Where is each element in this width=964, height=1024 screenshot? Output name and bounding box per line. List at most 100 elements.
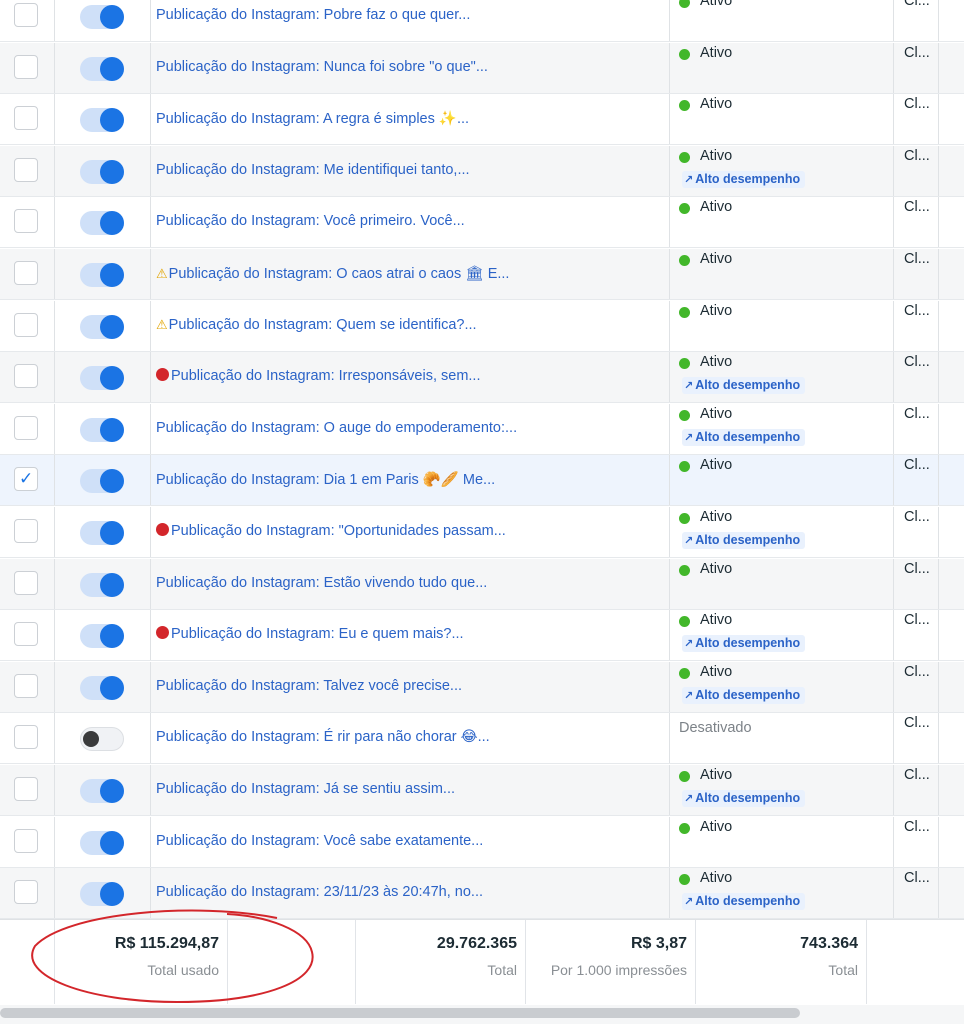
table-row[interactable]: Publicação do Instagram: Pobre faz o que…: [0, 0, 964, 42]
delivery-status-cell: Ativo: [670, 455, 894, 506]
ad-name-link[interactable]: Publicação do Instagram: É rir para não …: [156, 729, 490, 745]
row-checkbox[interactable]: [14, 828, 38, 853]
table-row[interactable]: Publicação do Instagram: "Oportunidades …: [0, 507, 964, 558]
ad-name-link[interactable]: ⚠Publicação do Instagram: O caos atrai o…: [156, 265, 509, 282]
ad-name-text: Publicação do Instagram: Quem se identif…: [168, 316, 477, 333]
next-column-cell: [939, 559, 964, 609]
truncated-column-text: Cl...: [904, 457, 930, 474]
ad-toggle-switch[interactable]: [80, 159, 124, 184]
ad-name-link[interactable]: Publicação do Instagram: A regra é simpl…: [156, 110, 469, 127]
truncated-column-text: Cl...: [904, 612, 930, 629]
ad-name-link[interactable]: Publicação do Instagram: O auge do empod…: [156, 420, 517, 436]
ad-name-link[interactable]: ⚠Publicação do Instagram: Quem se identi…: [156, 317, 477, 333]
row-checkbox[interactable]: [14, 209, 38, 234]
table-row[interactable]: ⚠Publicação do Instagram: O caos atrai o…: [0, 249, 964, 300]
ad-toggle-switch[interactable]: [80, 882, 124, 907]
ad-toggle-switch[interactable]: [80, 727, 124, 752]
row-checkbox[interactable]: [14, 106, 38, 131]
status-active-dot: [679, 513, 690, 524]
ad-name-link[interactable]: Publicação do Instagram: Me identifiquei…: [156, 162, 470, 178]
row-checkbox[interactable]: [14, 261, 38, 285]
truncated-column-cell: Cl...: [894, 610, 939, 661]
red-circle-icon: [156, 626, 169, 640]
table-row[interactable]: Publicação do Instagram: Irresponsáveis,…: [0, 352, 964, 404]
ad-toggle-switch[interactable]: [80, 366, 124, 391]
ad-toggle-switch[interactable]: [80, 830, 124, 855]
row-checkbox-cell: [0, 300, 55, 351]
reach-label: Total: [828, 962, 858, 978]
ad-toggle-switch[interactable]: [80, 211, 124, 236]
trend-up-icon: ↗: [684, 689, 694, 702]
ad-toggle-switch[interactable]: [80, 5, 124, 29]
ad-toggle-switch[interactable]: [80, 108, 124, 133]
table-row[interactable]: Publicação do Instagram: Você sabe exata…: [0, 816, 964, 868]
ad-toggle-switch[interactable]: [80, 469, 124, 494]
table-row[interactable]: Publicação do Instagram: Já se sentiu as…: [0, 765, 964, 816]
ad-toggle-switch[interactable]: [80, 572, 124, 597]
table-row[interactable]: Publicação do Instagram: Talvez você pre…: [0, 661, 964, 713]
row-checkbox[interactable]: [14, 570, 38, 595]
ad-name-link[interactable]: Publicação do Instagram: 23/11/23 às 20:…: [156, 884, 483, 900]
ad-name-link[interactable]: Publicação do Instagram: Talvez você pre…: [156, 678, 462, 694]
row-checkbox[interactable]: [14, 3, 38, 27]
table-row[interactable]: Publicação do Instagram: O auge do empod…: [0, 403, 964, 455]
ad-name-link[interactable]: Publicação do Instagram: Dia 1 em Paris …: [156, 471, 495, 488]
ad-toggle-switch[interactable]: [80, 779, 124, 803]
delivery-status-cell: Ativo: [670, 42, 894, 93]
table-row[interactable]: Publicação do Instagram: Nunca foi sobre…: [0, 42, 964, 94]
ad-name-link[interactable]: Publicação do Instagram: Já se sentiu as…: [156, 781, 455, 797]
row-checkbox[interactable]: [14, 312, 38, 337]
ad-toggle-switch[interactable]: [80, 675, 124, 700]
table-row[interactable]: Publicação do Instagram: A regra é simpl…: [0, 94, 964, 146]
row-checkbox[interactable]: [14, 725, 38, 750]
ad-name-link[interactable]: Publicação do Instagram: Irresponsáveis,…: [156, 368, 480, 384]
ad-toggle-switch[interactable]: [80, 56, 124, 81]
table-row[interactable]: Publicação do Instagram: Estão vivendo t…: [0, 558, 964, 610]
scrollbar-thumb[interactable]: [0, 1008, 800, 1018]
ad-name-link[interactable]: Publicação do Instagram: Pobre faz o que…: [156, 7, 470, 23]
table-row[interactable]: ✓ Publicação do Instagram: Dia 1 em Paris…: [0, 455, 964, 507]
row-checkbox[interactable]: [14, 157, 38, 182]
delivery-status-cell: Ativo ↗ Alto desempenho: [670, 765, 894, 815]
table-row[interactable]: ⚠Publicação do Instagram: Quem se identi…: [0, 300, 964, 352]
row-checkbox[interactable]: [14, 777, 38, 801]
toggle-knob: [100, 417, 124, 442]
row-checkbox[interactable]: [14, 415, 38, 440]
row-checkbox[interactable]: [14, 519, 38, 543]
row-checkbox-cell: [0, 197, 55, 248]
ad-name-link[interactable]: Publicação do Instagram: Você primeiro. …: [156, 213, 465, 229]
row-checkbox[interactable]: [14, 880, 38, 905]
ad-name-text: Publicação do Instagram: Talvez você pre…: [156, 677, 463, 694]
ad-name-link[interactable]: Publicação do Instagram: "Oportunidades …: [156, 523, 506, 539]
ad-name-cell: Publicação do Instagram: Já se sentiu as…: [151, 765, 670, 815]
next-column-cell: [939, 662, 964, 712]
table-row[interactable]: Publicação do Instagram: Eu e quem mais?…: [0, 610, 964, 662]
delivery-status-cell: Ativo ↗ Alto desempenho: [670, 145, 894, 196]
table-row[interactable]: Publicação do Instagram: Me identifiquei…: [0, 145, 964, 197]
ad-name-link[interactable]: Publicação do Instagram: Você sabe exata…: [156, 833, 483, 849]
row-checkbox-cell: [0, 610, 55, 661]
table-row[interactable]: Publicação do Instagram: É rir para não …: [0, 713, 964, 765]
ad-toggle-switch[interactable]: [80, 314, 124, 339]
status-text: Ativo: [700, 96, 733, 113]
ad-toggle-switch[interactable]: [80, 624, 124, 649]
ad-name-text: Publicação do Instagram: Me identifiquei…: [156, 161, 470, 178]
row-checkbox[interactable]: [14, 364, 38, 389]
ad-name-link[interactable]: Publicação do Instagram: Eu e quem mais?…: [156, 626, 464, 642]
status-text: Ativo: [700, 457, 733, 474]
ad-toggle-switch[interactable]: [80, 521, 124, 545]
status-text: Ativo: [700, 818, 733, 835]
row-checkbox[interactable]: [14, 673, 38, 698]
table-row[interactable]: Publicação do Instagram: Você primeiro. …: [0, 197, 964, 249]
ad-name-link[interactable]: Publicação do Instagram: Nunca foi sobre…: [156, 59, 488, 75]
ad-toggle-switch[interactable]: [80, 417, 124, 442]
delivery-status-cell: Ativo ↗ Alto desempenho: [670, 507, 894, 557]
ad-name-text: Publicação do Instagram: "Oportunidades …: [171, 523, 506, 539]
ad-name-link[interactable]: Publicação do Instagram: Estão vivendo t…: [156, 575, 487, 591]
ad-toggle-switch[interactable]: [80, 263, 124, 287]
row-checkbox[interactable]: [14, 622, 38, 647]
status-active-dot: [679, 255, 690, 266]
row-checkbox[interactable]: ✓: [14, 467, 38, 492]
horizontal-scrollbar[interactable]: [0, 1005, 964, 1024]
row-checkbox[interactable]: [14, 54, 38, 79]
